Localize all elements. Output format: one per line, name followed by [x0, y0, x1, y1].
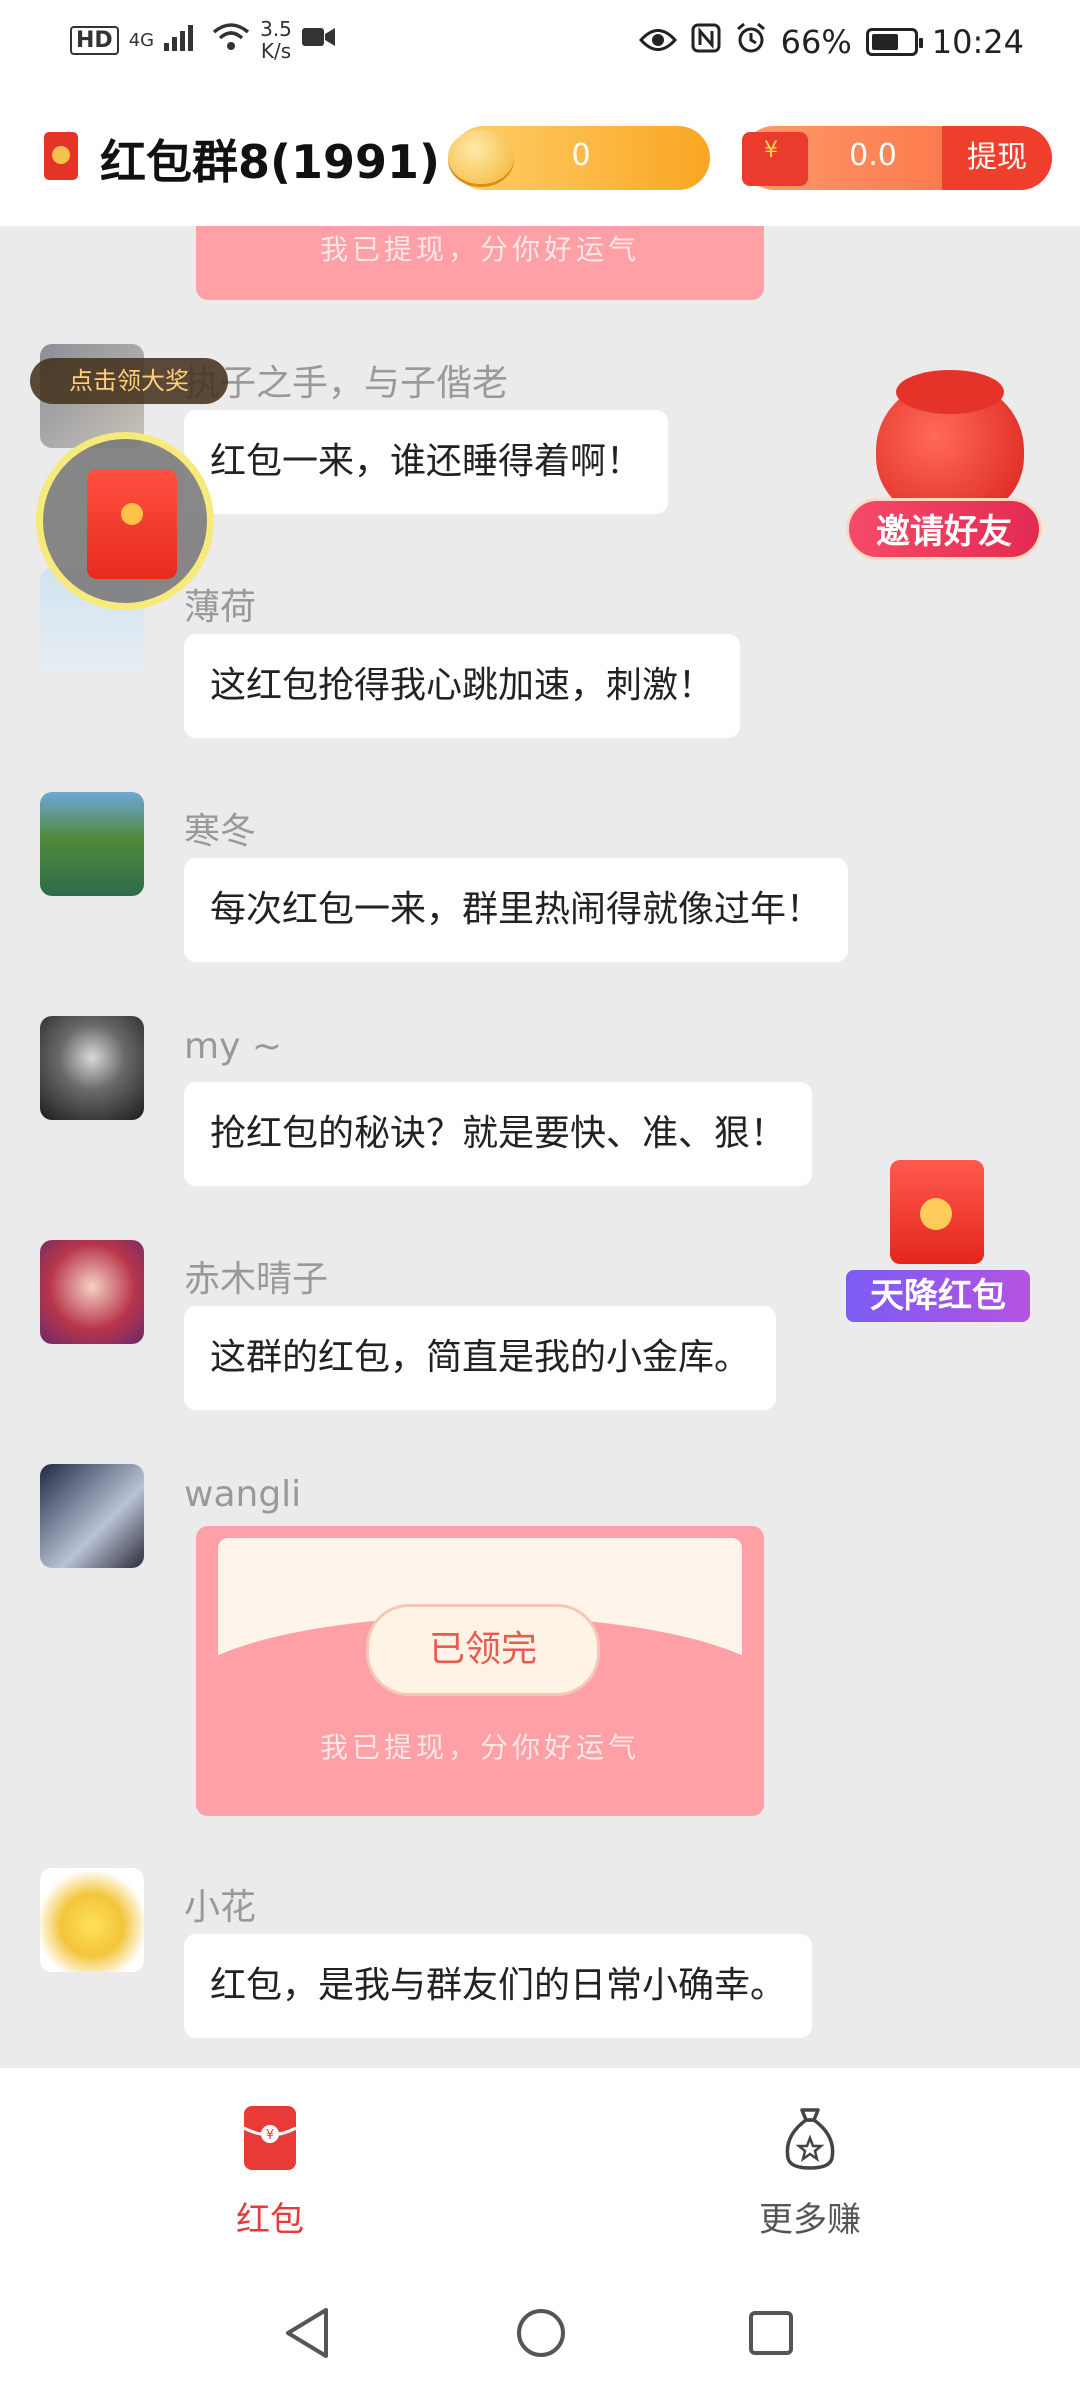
message-bubble[interactable]: 每次红包一来，群里热闹得就像过年！: [184, 858, 849, 962]
sender-name: 小花: [184, 1887, 257, 1928]
net-speed: 3.5 K/s: [260, 18, 292, 62]
withdraw-button[interactable]: 提现: [942, 126, 1052, 190]
sky-red-packet-label: 天降红包: [846, 1270, 1030, 1322]
tab-red-packet[interactable]: ¥ 红包: [170, 2104, 370, 2241]
message-bubble[interactable]: 红包，是我与群友们的日常小确幸。: [184, 1934, 813, 2038]
sender-name: 赤木晴子: [184, 1259, 329, 1300]
red-envelope-icon: [742, 132, 808, 186]
cash-value: 0.0: [849, 138, 897, 173]
network-type: 4G: [128, 29, 155, 51]
sender-name: wangli: [184, 1474, 302, 1515]
alarm-icon: [735, 22, 767, 62]
wifi-icon: [212, 22, 250, 59]
cash-balance[interactable]: 0.0 提现: [742, 126, 1052, 190]
avatar[interactable]: [40, 1240, 144, 1344]
invite-label: 邀请好友: [846, 498, 1042, 560]
sender-name: 薄荷: [184, 587, 257, 628]
svg-text:¥: ¥: [266, 2128, 274, 2143]
coin-value: 0: [571, 138, 591, 173]
status-bar: HD 4G 3.5 K/s 66% 10:24: [0, 0, 1080, 96]
net-speed-value: 3.5: [260, 17, 292, 41]
tab-earn-more[interactable]: 更多赚: [710, 2104, 910, 2241]
avatar[interactable]: [40, 1868, 144, 1972]
avatar[interactable]: [40, 1016, 144, 1120]
red-packet-card[interactable]: 已领完 我已提现，分你好运气: [196, 1526, 764, 1816]
invite-friends-button[interactable]: 邀请好友: [846, 370, 1042, 566]
avatar[interactable]: [40, 792, 144, 896]
clock: 10:24: [931, 23, 1024, 61]
recents-icon[interactable]: [746, 2308, 796, 2362]
status-right: 66% 10:24: [638, 22, 1024, 62]
red-packet-card-partial[interactable]: 我已提现，分你好运气: [196, 226, 764, 300]
battery-icon: [865, 28, 923, 56]
red-packet-note: 我已提现，分你好运气: [319, 1731, 640, 1764]
home-icon[interactable]: [514, 2306, 568, 2364]
sender-name: 执子之手，与子偕老: [184, 363, 509, 404]
battery-percent: 66%: [780, 23, 852, 61]
red-packet-note: 我已提现，分你好运气: [319, 233, 640, 266]
nfc-icon: [691, 23, 721, 61]
message-bubble[interactable]: 这群的红包，简直是我的小金库。: [184, 1306, 777, 1410]
header: 红包群8(1991) 0 0.0 提现: [0, 96, 1080, 226]
message-bubble[interactable]: 抢红包的秘诀？就是要快、准、狠！: [184, 1082, 813, 1186]
tab-earn-more-label: 更多赚: [759, 2200, 861, 2240]
red-packet-status: 已领完: [366, 1604, 600, 1696]
sky-red-packet-button[interactable]: 天降红包: [846, 1160, 1030, 1322]
message-bubble[interactable]: 红包一来，谁还睡得着啊！: [184, 410, 669, 514]
tab-red-packet-label: 红包: [236, 2200, 304, 2240]
eye-icon: [638, 23, 677, 61]
red-envelope-icon: [890, 1160, 984, 1264]
sender-name: my ~: [184, 1026, 282, 1067]
net-speed-unit: K/s: [260, 39, 292, 63]
hd-indicator: HD: [70, 25, 119, 55]
red-packet-logo-icon: [44, 132, 78, 180]
bottom-tab-bar: ¥ 红包 更多赚: [0, 2068, 1080, 2268]
status-left: HD 4G 3.5 K/s: [70, 18, 336, 62]
avatar[interactable]: [40, 1464, 144, 1568]
group-title: 红包群8(1991): [100, 135, 441, 189]
prize-tip: 点击领大奖: [30, 358, 228, 404]
video-camera-icon: [301, 25, 336, 55]
red-packet-tab-icon: ¥: [240, 2104, 300, 2174]
sender-name: 寒冬: [184, 811, 257, 852]
system-nav-bar: [0, 2268, 1080, 2400]
back-icon[interactable]: [282, 2306, 332, 2364]
money-bag-icon: [780, 2104, 840, 2174]
message-bubble[interactable]: 这红包抢得我心跳加速，刺激！: [184, 634, 741, 738]
signal-icon: [164, 23, 202, 58]
coin-balance[interactable]: 0: [448, 126, 710, 190]
red-envelope-icon[interactable]: [36, 432, 214, 610]
